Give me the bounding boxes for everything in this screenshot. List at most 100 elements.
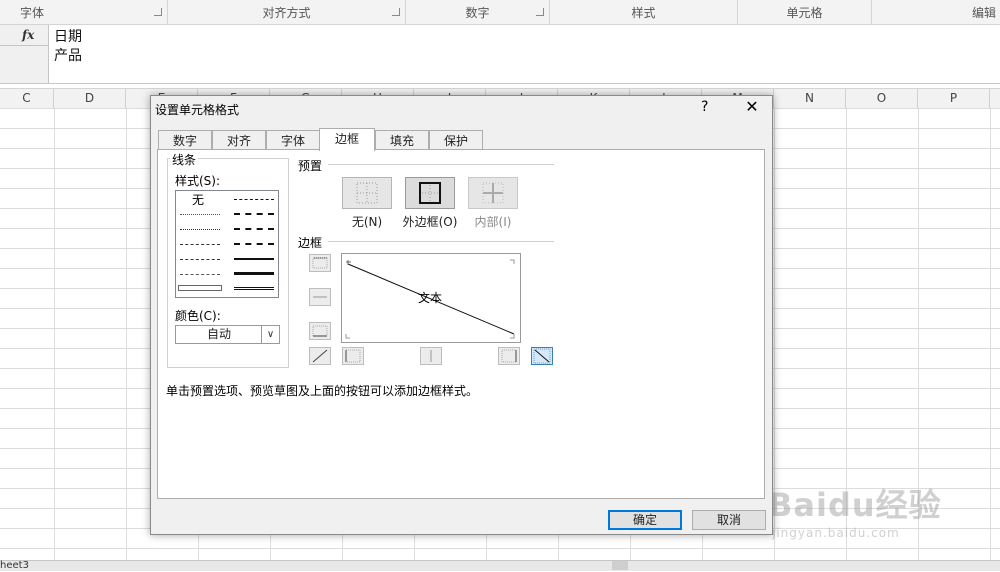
baidu-watermark: Baidu经验 jingyan.baidu.com [768, 460, 1000, 550]
help-button[interactable]: ? [701, 99, 708, 115]
preset-none-label: 无(N) [351, 215, 383, 229]
line-style-slant-dash-dot[interactable] [234, 213, 274, 215]
color-select-value: 自动 [206, 327, 231, 341]
column-header-d[interactable]: D [54, 89, 126, 108]
ribbon-group-number-label: 数字 [465, 6, 490, 20]
tab-alignment[interactable]: 对齐 [212, 130, 266, 150]
preset-outline-button[interactable] [405, 177, 455, 209]
line-style-thick[interactable] [234, 272, 274, 275]
sheet-tab-bar [0, 560, 1000, 571]
border-right-button[interactable] [498, 347, 520, 365]
preset-inside-button [468, 177, 518, 209]
border-center-button[interactable] [420, 347, 442, 365]
column-header-n[interactable]: N [774, 89, 846, 108]
preset-outline-icon [419, 182, 441, 204]
border-left-icon [345, 349, 361, 363]
ribbon-group-styles-label: 样式 [631, 6, 656, 20]
color-label: 颜色(C): [175, 309, 221, 323]
line-style-double[interactable] [234, 287, 274, 290]
close-button[interactable]: ✕ [741, 97, 763, 116]
line-style-dotted[interactable] [180, 229, 220, 230]
border-preview[interactable]: 文本 [341, 253, 521, 343]
border-tab-panel: 线条 样式(S): 无 颜色(C): 自动 ∨ 预置 无(N) 外边框(O) 内… [157, 149, 765, 499]
formula-line: 日期 [54, 29, 82, 45]
cancel-button[interactable]: 取消 [692, 510, 766, 530]
color-select[interactable]: 自动 ∨ [175, 325, 280, 344]
tab-border[interactable]: 边框 [319, 128, 375, 151]
watermark-sub: jingyan.baidu.com [772, 526, 900, 540]
watermark-main: Baidu经验 [768, 486, 942, 524]
dialog-launcher-icon[interactable] [392, 8, 400, 16]
divider [328, 241, 554, 242]
tab-font[interactable]: 字体 [266, 130, 320, 150]
border-top-button[interactable] [309, 254, 331, 272]
preview-text: 文本 [418, 291, 443, 305]
formula-input[interactable]: 日期 产品 [54, 28, 82, 66]
line-style-medium[interactable] [234, 258, 274, 260]
tab-fill[interactable]: 填充 [375, 130, 429, 150]
line-style-dashed[interactable] [180, 274, 220, 275]
border-diagonal-down-button[interactable] [531, 347, 553, 365]
dialog-title: 设置单元格格式 [155, 103, 240, 117]
ribbon-group-number[interactable]: 数字 [406, 0, 550, 24]
tab-protection[interactable]: 保护 [429, 130, 483, 150]
ribbon-group-font[interactable]: 字体 [0, 0, 168, 24]
border-top-icon [312, 257, 328, 269]
line-style-thin-selected[interactable] [178, 285, 222, 291]
preset-inside-icon [482, 182, 504, 204]
ribbon-group-styles: 样式 [550, 0, 738, 24]
chevron-down-icon: ∨ [261, 326, 279, 343]
formula-bar: fx 日期 产品 [0, 25, 1000, 84]
preset-none-icon [356, 182, 378, 204]
line-style-none[interactable]: 无 [192, 191, 204, 208]
border-center-icon [430, 350, 432, 362]
border-right-icon [501, 349, 517, 363]
ribbon-group-alignment-label: 对齐方式 [262, 6, 311, 20]
line-style-dash-dot-dot[interactable] [180, 244, 220, 245]
dialog-launcher-icon[interactable] [154, 8, 162, 16]
column-header-c[interactable]: C [0, 89, 54, 108]
horizontal-scrollbar[interactable] [612, 561, 628, 570]
preset-group-legend: 预置 [298, 159, 323, 173]
border-middle-button[interactable] [309, 288, 331, 306]
ribbon-group-cells: 单元格 [738, 0, 872, 24]
line-style-dash-dot-medium[interactable] [234, 228, 274, 230]
ribbon-group-bar: 字体 对齐方式 数字 样式 单元格 编辑 [0, 0, 1000, 25]
dialog-launcher-icon[interactable] [536, 8, 544, 16]
column-header-p[interactable]: P [918, 89, 990, 108]
column-header-o[interactable]: O [846, 89, 918, 108]
divider [328, 164, 554, 165]
border-bottom-button[interactable] [309, 322, 331, 340]
border-middle-icon [313, 296, 327, 298]
preset-none-button[interactable] [342, 177, 392, 209]
line-style-dash-dot-dot-medium[interactable] [234, 199, 274, 200]
ribbon-group-cells-label: 单元格 [786, 6, 823, 20]
tab-number[interactable]: 数字 [158, 130, 212, 150]
line-style-hair[interactable] [180, 214, 220, 215]
ok-button[interactable]: 确定 [608, 510, 682, 530]
ribbon-group-alignment[interactable]: 对齐方式 [168, 0, 406, 24]
ribbon-group-editing: 编辑 [872, 0, 1000, 24]
line-style-dash-dot[interactable] [180, 259, 220, 260]
border-left-button[interactable] [342, 347, 364, 365]
sheet-tab[interactable]: heet3 [0, 560, 29, 572]
format-cells-dialog: 设置单元格格式 ? ✕ 数字 对齐 字体 边框 填充 保护 线条 样式(S): … [150, 95, 773, 535]
diagonal-down-icon [533, 348, 551, 364]
border-diagonal-up-button[interactable] [309, 347, 331, 365]
diagonal-up-icon [312, 349, 328, 363]
preset-inside-label: 内部(I) [474, 215, 512, 229]
hint-text: 单击预置选项、预览草图及上面的按钮可以添加边框样式。 [166, 384, 479, 398]
preset-outline-label: 外边框(O) [402, 215, 458, 229]
formula-bar-left: fx [0, 25, 49, 83]
divider [0, 45, 48, 46]
insert-function-icon[interactable]: fx [22, 28, 34, 42]
ribbon-group-font-label: 字体 [20, 6, 45, 20]
border-bottom-icon [312, 325, 328, 337]
ribbon-group-editing-label: 编辑 [971, 6, 996, 20]
style-label: 样式(S): [175, 174, 221, 188]
line-group-legend: 线条 [170, 151, 199, 168]
formula-line: 产品 [54, 48, 82, 64]
line-style-medium-dashed[interactable] [234, 243, 274, 245]
line-style-list[interactable]: 无 [175, 190, 279, 298]
border-group-legend: 边框 [298, 236, 323, 250]
